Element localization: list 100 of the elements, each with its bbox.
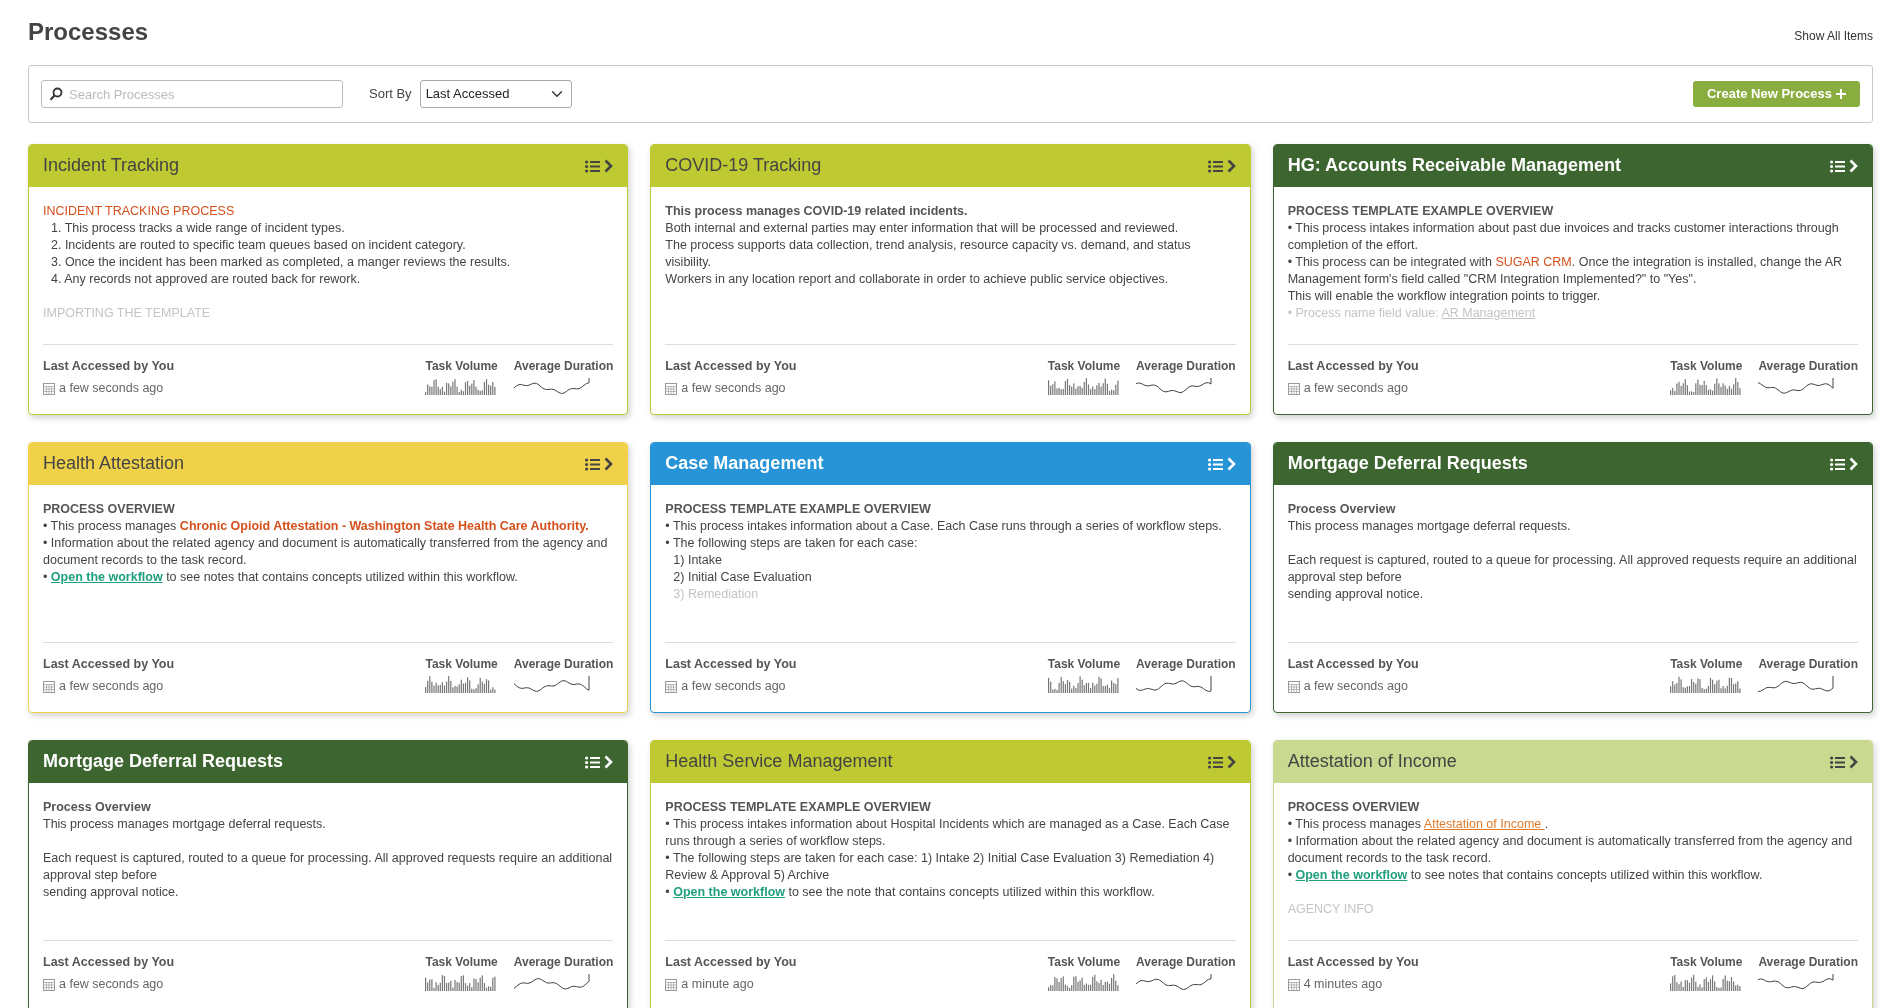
description-item: 4. Any records not approved are routed back for rework. xyxy=(50,271,362,288)
workflow-link[interactable]: Open the workflow xyxy=(1295,868,1408,882)
card-title[interactable]: Case Management xyxy=(665,453,824,475)
last-accessed-label: Last Accessed by You xyxy=(1287,953,1419,971)
description-text: • This process manages Attestation of Income . xyxy=(1287,816,1550,833)
description-text: Workers in any location report and collaborate in order to achieve public service objectives. xyxy=(665,271,1170,288)
task-volume-label: Task Volume xyxy=(1670,655,1743,673)
description-text: • This process manages Chronic Opioid Attestation - Washington State Health Care Authority. xyxy=(43,518,590,535)
description-heading: Process Overview xyxy=(1287,501,1397,518)
list-icon[interactable] xyxy=(1207,457,1223,471)
plus-icon xyxy=(1836,89,1846,99)
description-text: AGENCY INFO xyxy=(1287,901,1375,918)
workflow-link[interactable]: Open the workflow xyxy=(50,570,163,584)
last-accessed-time: a few seconds ago xyxy=(59,380,164,398)
average-duration-label: Average Duration xyxy=(1758,357,1858,375)
card-title[interactable]: COVID-19 Tracking xyxy=(665,155,822,177)
calendar-icon xyxy=(665,680,678,693)
last-accessed-label: Last Accessed by You xyxy=(665,953,797,971)
card-title[interactable]: Incident Tracking xyxy=(43,155,180,177)
description-text: • Open the workflow to see notes that contains concepts utilized within this workflow. xyxy=(43,569,519,586)
description-item: 3) Remediation xyxy=(672,586,760,603)
description-text: Both internal and external parties may enter information that will be processed and reviewed. xyxy=(665,220,1180,237)
average-duration-label: Average Duration xyxy=(1136,953,1236,971)
list-icon[interactable] xyxy=(585,159,601,173)
task-volume-label: Task Volume xyxy=(425,953,498,971)
card-title[interactable]: Mortgage Deferral Requests xyxy=(43,751,284,773)
description-text: • Open the workflow to see the note that contains concepts utilized within this workflow. xyxy=(665,884,1156,901)
average-duration-label: Average Duration xyxy=(1758,953,1858,971)
card-title[interactable]: Health Attestation xyxy=(43,453,185,475)
calendar-icon xyxy=(665,382,678,395)
list-icon[interactable] xyxy=(1830,457,1845,471)
list-icon[interactable] xyxy=(585,457,601,471)
card-title[interactable]: HG: Accounts Receivable Management xyxy=(1287,155,1622,177)
average-duration-label: Average Duration xyxy=(513,655,614,673)
list-icon[interactable] xyxy=(1830,755,1845,769)
task-volume-label: Task Volume xyxy=(1047,953,1121,971)
description-text: • Information about the related agency and document is automatically transferred from the agency and document records to the task record. xyxy=(43,535,609,569)
description-text: • This process can be integrated with SUGAR CRM. Once the integration is installed, change the AR Management form's field called "CRM Integration Implemented?" to "Yes". xyxy=(1287,254,1844,288)
task-volume-label: Task Volume xyxy=(1670,953,1743,971)
card-title[interactable]: Attestation of Income xyxy=(1287,751,1457,773)
description-text: • The following steps are taken for each case: xyxy=(665,535,919,552)
description-item: 2) Initial Case Evaluation xyxy=(672,569,813,586)
last-accessed-time: a few seconds ago xyxy=(59,976,164,994)
last-accessed-label: Last Accessed by You xyxy=(43,655,175,673)
chevron-right-icon[interactable] xyxy=(604,457,614,471)
last-accessed-time: a minute ago xyxy=(681,976,754,994)
description-text: • This process intakes information about Hospital Incidents which are managed as a Case. Each Case runs through a series of workflow steps. xyxy=(665,816,1231,850)
list-icon[interactable] xyxy=(1830,159,1845,173)
sort-select[interactable]: Last Accessed xyxy=(419,80,572,108)
description-text: • Open the workflow to see notes that contains concepts utilized within this workflow. xyxy=(1287,867,1764,884)
last-accessed-time: 4 minutes ago xyxy=(1303,976,1383,994)
description-text: sending approval notice. xyxy=(1287,586,1425,603)
description-text: • This process intakes information about past due invoices and tracks customer interactions through completion of the effort. xyxy=(1287,220,1840,254)
task-volume-label: Task Volume xyxy=(1047,655,1121,673)
calendar-icon xyxy=(1287,978,1300,991)
description-heading: PROCESS TEMPLATE EXAMPLE OVERVIEW xyxy=(665,799,932,816)
description-heading: PROCESS OVERVIEW xyxy=(1287,799,1421,816)
chevron-right-icon[interactable] xyxy=(1849,755,1858,769)
last-accessed-label: Last Accessed by You xyxy=(43,953,175,971)
show-all-link[interactable]: Show All Items xyxy=(1794,27,1873,45)
last-accessed-time: a few seconds ago xyxy=(1303,380,1408,398)
task-volume-label: Task Volume xyxy=(1047,357,1121,375)
average-duration-label: Average Duration xyxy=(513,953,614,971)
list-icon[interactable] xyxy=(585,755,601,769)
chevron-right-icon[interactable] xyxy=(1226,755,1236,769)
description-text: • Information about the related agency and document is automatically transferred from the agency and document records to the task record. xyxy=(1287,833,1854,867)
description-heading: PROCESS OVERVIEW xyxy=(43,501,176,518)
calendar-icon xyxy=(43,680,55,693)
sort-label: Sort By xyxy=(369,85,412,104)
card-title[interactable]: Mortgage Deferral Requests xyxy=(1287,453,1528,475)
last-accessed-label: Last Accessed by You xyxy=(665,655,797,673)
card-title[interactable]: Health Service Management xyxy=(665,751,893,773)
calendar-icon xyxy=(1287,680,1300,693)
description-item: 1) Intake xyxy=(672,552,723,569)
description-item: 2. Incidents are routed to specific team queues based on incident category. xyxy=(50,237,467,254)
last-accessed-time: a few seconds ago xyxy=(1303,678,1408,696)
list-icon[interactable] xyxy=(1207,755,1223,769)
page-title: Processes xyxy=(28,17,149,47)
task-volume-label: Task Volume xyxy=(425,655,498,673)
description-text: • This process intakes information about a Case. Each Case runs through a series of workflow steps. xyxy=(665,518,1223,535)
description-heading: PROCESS TEMPLATE EXAMPLE OVERVIEW xyxy=(1287,203,1555,220)
chevron-right-icon[interactable] xyxy=(1226,159,1236,173)
workflow-link[interactable]: Attestation of Income xyxy=(1423,817,1545,831)
average-duration-label: Average Duration xyxy=(513,357,614,375)
calendar-icon xyxy=(43,978,55,991)
calendar-icon xyxy=(43,382,55,395)
description-heading: This process manages COVID-19 related incidents. xyxy=(665,203,969,220)
average-duration-label: Average Duration xyxy=(1758,655,1858,673)
list-icon[interactable] xyxy=(1207,159,1223,173)
last-accessed-time: a few seconds ago xyxy=(59,678,164,696)
description-text: This process manages mortgage deferral requests. xyxy=(43,816,327,833)
calendar-icon xyxy=(1287,382,1300,395)
task-volume-label: Task Volume xyxy=(1670,357,1743,375)
description-text: IMPORTING THE TEMPLATE xyxy=(43,305,212,322)
description-text: This will enable the workflow integration points to trigger. xyxy=(1287,288,1602,305)
chevron-right-icon[interactable] xyxy=(604,159,614,173)
workflow-link[interactable]: Open the workflow xyxy=(673,885,785,899)
last-accessed-time: a few seconds ago xyxy=(681,678,786,696)
description-item: 3. Once the incident has been marked as completed, a manger reviews the results. xyxy=(50,254,512,271)
search-field[interactable]: Search Processes xyxy=(41,80,343,108)
